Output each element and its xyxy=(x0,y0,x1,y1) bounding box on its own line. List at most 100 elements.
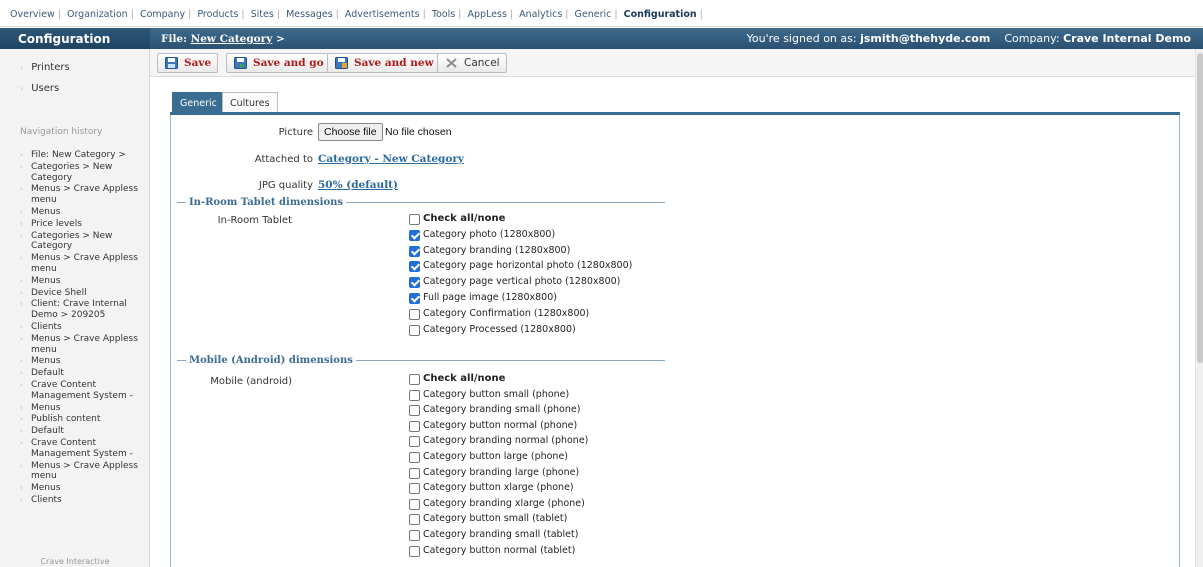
history-item[interactable]: › Categories > New Category xyxy=(20,231,150,253)
cancel-button[interactable]: Cancel xyxy=(437,53,507,73)
checkbox[interactable] xyxy=(409,530,420,541)
top-navigation: Overview | Organization | Company | Product… xyxy=(0,0,1203,27)
chevron-right-icon: › xyxy=(20,357,23,366)
sidebar: › Printers › Users Navigation history › Fil… xyxy=(0,49,150,567)
chevron-right-icon: › xyxy=(20,495,23,504)
checkbox[interactable] xyxy=(409,389,420,401)
history-item[interactable]: › Menus > Crave Appless menu xyxy=(20,253,150,275)
nav-analytics[interactable]: Analytics xyxy=(519,9,562,20)
checkbox[interactable] xyxy=(409,324,420,336)
nav-overview[interactable]: Overview xyxy=(10,9,55,20)
sidebar-item-printers[interactable]: › Printers xyxy=(20,62,70,73)
breadcrumb-suffix: > xyxy=(275,33,285,45)
nav-configuration[interactable]: Configuration xyxy=(624,9,697,20)
attached-to-label: Attached to xyxy=(254,154,313,165)
dimension-label: Category branding small (tablet) xyxy=(423,529,579,540)
save-and-new-button[interactable]: Save and new xyxy=(327,53,441,73)
checkbox[interactable] xyxy=(409,436,420,448)
history-item[interactable]: › Device Shell xyxy=(20,288,150,299)
checkbox[interactable] xyxy=(409,229,420,241)
chevron-right-icon: › xyxy=(20,288,23,297)
checkbox[interactable] xyxy=(409,545,420,557)
dimension-label: Category photo (1280x800) xyxy=(423,228,556,240)
jpg-quality-label: JPG quality xyxy=(258,180,313,191)
history-item[interactable]: › Default xyxy=(20,426,150,437)
history-item[interactable]: › Menus xyxy=(20,356,150,367)
checkbox[interactable] xyxy=(409,452,420,463)
checkbox[interactable] xyxy=(409,277,420,289)
history-item[interactable]: › Menus xyxy=(20,483,150,494)
page-scrollbar[interactable] xyxy=(1195,49,1203,567)
history-item[interactable]: › Price levels xyxy=(20,219,150,230)
tab-generic[interactable]: Generic xyxy=(172,92,225,112)
history-item[interactable]: › Client: Crave Internal Demo > 209205 xyxy=(20,299,150,321)
checkbox[interactable] xyxy=(409,514,420,526)
mobile-label: Mobile (android) xyxy=(210,376,292,387)
checkbox[interactable] xyxy=(409,467,420,479)
nav-sites[interactable]: Sites xyxy=(251,9,274,20)
history-item-label: Crave Content Management System - xyxy=(31,437,133,459)
checkbox[interactable] xyxy=(409,293,420,304)
history-item[interactable]: › Menus > Crave Appless menu xyxy=(20,461,150,483)
checkbox[interactable] xyxy=(409,405,420,417)
choose-file-button[interactable]: Choose file xyxy=(318,123,383,141)
sidebar-item-users[interactable]: › Users xyxy=(20,83,59,94)
history-item-label: Categories > New Category xyxy=(31,230,113,252)
checkbox[interactable] xyxy=(409,374,420,385)
nav-company[interactable]: Company xyxy=(140,9,185,20)
checkbox[interactable] xyxy=(409,245,420,257)
chevron-right-icon: › xyxy=(20,300,23,309)
dimension-label: Category Processed (1280x800) xyxy=(423,323,576,335)
history-item-label: Clients xyxy=(31,494,62,505)
chevron-right-icon: › xyxy=(20,322,23,331)
save-button[interactable]: Save xyxy=(157,53,219,73)
nav-tools[interactable]: Tools xyxy=(432,9,455,20)
attached-to-link[interactable]: Category - New Category xyxy=(318,153,464,165)
tab-cultures[interactable]: Cultures xyxy=(222,92,278,112)
dimension-label: Category button xlarge (phone) xyxy=(423,482,574,494)
checkbox[interactable] xyxy=(409,498,420,510)
jpg-quality-link[interactable]: 50% (default) xyxy=(318,179,398,191)
history-item[interactable]: › Menus xyxy=(20,207,150,218)
cancel-x-icon xyxy=(446,58,457,68)
chevron-right-icon: › xyxy=(20,185,23,194)
nav-generic[interactable]: Generic xyxy=(575,9,612,20)
history-item[interactable]: › Menus > Crave Appless menu xyxy=(20,334,150,356)
history-item[interactable]: › Publish content xyxy=(20,414,150,425)
chevron-right-icon: › xyxy=(20,63,24,72)
history-item[interactable]: › Categories > New Category xyxy=(20,162,150,184)
chevron-right-icon: › xyxy=(20,438,23,447)
history-item[interactable]: › Clients xyxy=(20,322,150,333)
scrollbar-thumb[interactable] xyxy=(1197,53,1203,363)
dimension-label: Category page vertical photo (1280x800) xyxy=(423,276,621,288)
dimension-label: Category button large (phone) xyxy=(423,451,569,462)
history-item[interactable]: › Crave Content Management System - xyxy=(20,438,150,460)
breadcrumb-link[interactable]: New Category xyxy=(191,33,273,45)
checkbox[interactable] xyxy=(409,420,420,432)
signed-prefix: You're signed on as: xyxy=(746,32,857,45)
history-item[interactable]: › Menus xyxy=(20,276,150,287)
history-item[interactable]: › Menus xyxy=(20,403,150,414)
nav-appless[interactable]: AppLess xyxy=(467,9,506,20)
chevron-right-icon: › xyxy=(20,276,23,285)
cancel-label: Cancel xyxy=(464,57,500,69)
dimension-label: Full page image (1280x800) xyxy=(423,292,557,303)
history-item[interactable]: › Crave Content Management System - xyxy=(20,380,150,402)
dimension-label: Category button normal (phone) xyxy=(423,419,578,431)
nav-messages[interactable]: Messages xyxy=(286,9,333,20)
nav-advertisements[interactable]: Advertisements xyxy=(345,9,420,20)
history-item[interactable]: › Default xyxy=(20,368,150,379)
tablet-section-title: In-Room Tablet dimensions xyxy=(189,197,347,208)
checkbox[interactable] xyxy=(409,308,420,320)
history-item[interactable]: › Clients xyxy=(20,495,150,506)
dimension-label: Category branding (1280x800) xyxy=(423,244,571,256)
chevron-right-icon: › xyxy=(20,84,24,93)
save-and-go-button[interactable]: Save and go xyxy=(226,53,331,73)
checkbox[interactable] xyxy=(409,483,420,495)
history-item[interactable]: › File: New Category > xyxy=(20,150,150,161)
checkbox[interactable] xyxy=(409,261,420,273)
history-item[interactable]: › Menus > Crave Appless menu xyxy=(20,184,150,206)
nav-products[interactable]: Products xyxy=(197,9,238,20)
nav-organization[interactable]: Organization xyxy=(67,9,128,20)
checkbox[interactable] xyxy=(409,214,420,225)
